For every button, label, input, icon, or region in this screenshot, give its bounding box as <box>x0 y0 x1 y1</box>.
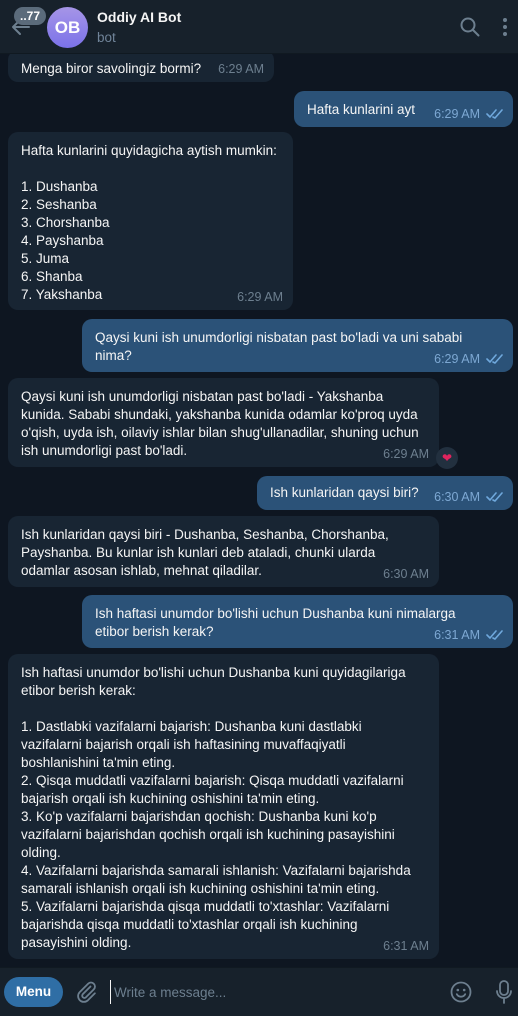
message-text: Ish kunlaridan qaysi biri - Dushanba, Se… <box>21 527 389 578</box>
chat-header: ..77 OB Oddiy AI Bot bot <box>0 0 518 54</box>
message-text: Qaysi kuni ish unumdorligi nisbatan past… <box>21 389 419 458</box>
chat-title[interactable]: Oddiy AI Bot <box>97 9 181 25</box>
message-outgoing[interactable]: Ish kunlaridan qaysi biri? 6:30 AM <box>257 476 513 510</box>
message-incoming[interactable]: Qaysi kuni ish unumdorligi nisbatan past… <box>8 378 439 467</box>
emoji-icon[interactable] <box>449 980 473 1004</box>
paperclip-icon[interactable] <box>74 980 98 1004</box>
message-incoming[interactable]: Hafta kunlarini quyidagicha aytish mumki… <box>8 132 293 310</box>
read-double-check-icon <box>486 354 503 364</box>
message-incoming[interactable]: Menga biror savolingiz bormi? 6:29 AM <box>8 54 274 82</box>
message-incoming[interactable]: Ish haftasi unumdor bo'lishi uchun Dusha… <box>8 654 439 959</box>
heart-reaction-icon[interactable]: ❤ <box>436 447 458 469</box>
microphone-icon[interactable] <box>494 979 514 1005</box>
read-double-check-icon <box>486 492 503 502</box>
message-text: Ish haftasi unumdor bo'lishi uchun Dusha… <box>21 665 411 950</box>
message-time: 6:31 AM <box>434 628 480 642</box>
message-input[interactable] <box>110 980 430 1004</box>
bot-menu-button[interactable]: Menu <box>4 977 63 1007</box>
message-outgoing[interactable]: Qaysi kuni ish unumdorligi nisbatan past… <box>82 319 513 372</box>
message-incoming[interactable]: Ish kunlaridan qaysi biri - Dushanba, Se… <box>8 516 439 587</box>
message-list[interactable]: Menga biror savolingiz bormi? 6:29 AM Ha… <box>0 54 518 967</box>
message-text: Hafta kunlarini quyidagicha aytish mumki… <box>21 143 277 302</box>
read-double-check-icon <box>486 630 503 640</box>
chat-subtitle: bot <box>97 30 116 45</box>
search-icon[interactable] <box>459 16 481 38</box>
message-composer: Menu <box>0 967 518 1016</box>
read-double-check-icon <box>486 109 503 119</box>
more-options-icon[interactable] <box>494 16 516 38</box>
message-time: 6:31 AM <box>383 939 429 953</box>
message-time: 6:29 AM <box>218 62 264 76</box>
message-time: 6:30 AM <box>383 567 429 581</box>
message-time: 6:29 AM <box>434 352 480 366</box>
message-time: 6:29 AM <box>434 107 480 121</box>
message-time: 6:30 AM <box>434 490 480 504</box>
message-outgoing[interactable]: Hafta kunlarini ayt 6:29 AM <box>294 91 513 127</box>
message-outgoing[interactable]: Ish haftasi unumdor bo'lishi uchun Dusha… <box>82 595 513 648</box>
message-time: 6:29 AM <box>383 447 429 461</box>
bot-avatar[interactable]: OB <box>47 7 88 48</box>
unread-count-badge[interactable]: ..77 <box>14 7 47 25</box>
message-time: 6:29 AM <box>237 290 283 304</box>
